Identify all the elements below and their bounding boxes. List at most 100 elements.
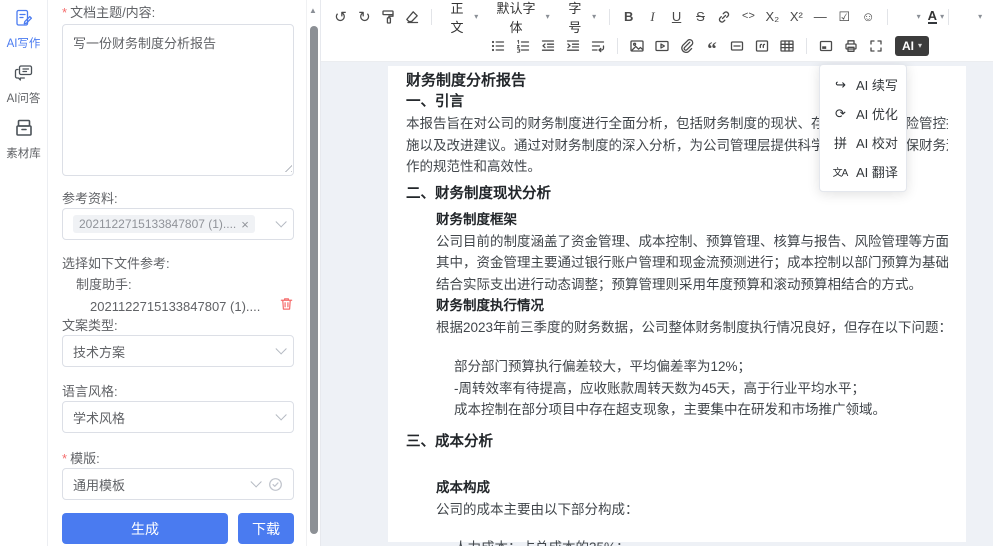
doc-list-item: 成本控制在部分项目中存在超支现象，主要集中在研发和市场推广领域。 — [454, 399, 948, 421]
caret-down-icon: ▾ — [917, 12, 921, 21]
doc-type-select[interactable]: 技术方案 — [62, 335, 294, 367]
sidebar-item-ai-write[interactable]: AI写作 — [7, 8, 41, 51]
align-dropdown[interactable]: ▾ — [956, 6, 985, 28]
style-select[interactable]: 学术风格 — [62, 401, 294, 433]
menu-item-ai-optimize[interactable]: ⟳ AI 优化 — [820, 99, 906, 128]
font-size-dropdown[interactable]: 字号▾ — [557, 6, 603, 28]
style-label: 语言风格: — [62, 383, 294, 401]
print-button[interactable] — [839, 35, 863, 57]
doc-heading: 三、成本分析 — [406, 432, 948, 454]
chevron-down-icon — [275, 343, 286, 354]
font-family-dropdown[interactable]: 默认字体▾ — [485, 6, 555, 28]
redo-button[interactable]: ↻ — [353, 6, 376, 28]
inline-code-button[interactable]: <> — [737, 6, 760, 28]
reference-tag: 2021122715133847807 (1).... × — [73, 215, 255, 233]
checkbox-button[interactable]: ☑ — [833, 6, 856, 28]
doc-list-item: -周转效率有待提高，应收账款周转天数为45天，高于行业平均水平； — [454, 378, 948, 400]
assistant-label: 制度助手: — [76, 276, 294, 294]
sidebar-item-label: 素材库 — [6, 145, 41, 161]
attachment-button[interactable] — [675, 35, 699, 57]
reference-label: 参考资料: — [62, 190, 294, 208]
indent-button[interactable] — [561, 35, 585, 57]
caret-down-icon: ▾ — [592, 12, 596, 21]
font-color-dropdown[interactable]: A ▾ — [925, 6, 947, 28]
emoji-button[interactable]: ☺ — [857, 6, 880, 28]
ai-optimize-icon: ⟳ — [832, 106, 848, 122]
doc-list-item: 部分部门预算执行偏差较大，平均偏差率为12%； — [454, 356, 948, 378]
outdent-button[interactable] — [536, 35, 560, 57]
bold-button[interactable]: B — [617, 6, 640, 28]
sidebar-item-ai-qa[interactable]: AI问答 — [7, 63, 41, 106]
insert-table-button[interactable] — [775, 35, 799, 57]
strikethrough-button[interactable]: S — [689, 6, 712, 28]
highlight-color-dropdown[interactable]: ▾ — [895, 6, 924, 28]
paragraph-style-dropdown[interactable]: 正文▾ — [439, 6, 485, 28]
eraser-button[interactable] — [401, 6, 424, 28]
ordered-list-button[interactable] — [511, 35, 535, 57]
underline-button[interactable]: U — [665, 6, 688, 28]
caret-down-icon: ▾ — [474, 12, 478, 21]
divider-block-button[interactable] — [725, 35, 749, 57]
align-icon — [959, 7, 975, 26]
ai-write-icon — [14, 8, 34, 33]
page-layout-button[interactable] — [814, 35, 838, 57]
reference-select[interactable]: 2021122715133847807 (1).... × — [62, 208, 294, 240]
scroll-up-arrow[interactable]: ▲ — [309, 6, 317, 15]
menu-item-ai-continue[interactable]: ↪ AI 续写 — [820, 70, 906, 99]
insert-video-button[interactable] — [650, 35, 674, 57]
doc-list-item: 人力成本：占总成本的35%； — [454, 537, 948, 546]
doc-subheading: 财务制度执行情况 — [436, 295, 948, 317]
menu-item-ai-proofread[interactable]: 拼 AI 校对 — [820, 128, 906, 157]
generate-button[interactable]: 生成 — [62, 513, 228, 544]
scrollbar-thumb[interactable] — [310, 26, 318, 534]
required-asterisk: * — [62, 451, 67, 466]
chevron-down-icon — [275, 409, 286, 420]
doc-line: 公司目前的制度涵盖了资金管理、成本控制、预算管理、核算与报告、风险管理等方面。 — [436, 231, 948, 253]
horizontal-rule-button[interactable]: — — [809, 6, 832, 28]
delete-file-button[interactable] — [279, 296, 294, 316]
blockquote-button[interactable]: “ — [700, 35, 724, 57]
file-select-label: 选择如下文件参考: — [62, 255, 294, 273]
fullscreen-button[interactable] — [864, 35, 888, 57]
ai-translate-icon: 文A — [832, 164, 848, 179]
ai-tools-button[interactable]: AI▾ — [895, 36, 929, 56]
sidebar-item-label: AI问答 — [7, 90, 41, 106]
italic-button[interactable]: I — [641, 6, 664, 28]
highlight-pen-icon — [898, 7, 914, 26]
material-library-icon — [14, 118, 34, 143]
download-button[interactable]: 下载 — [238, 513, 294, 544]
ai-qa-icon — [14, 63, 34, 88]
code-block-button[interactable] — [750, 35, 774, 57]
topic-input[interactable]: 写一份财务制度分析报告 — [62, 24, 294, 176]
undo-button[interactable]: ↺ — [329, 6, 352, 28]
font-color-icon: A — [928, 9, 937, 24]
doc-type-label: 文案类型: — [62, 317, 294, 335]
doc-line: 其中，资金管理主要通过银行账户管理和现金流预测进行；成本控制以部门预算为基础， — [436, 252, 948, 274]
doc-line: 公司的成本主要由以下部分构成： — [436, 499, 948, 521]
sidebar-item-label: AI写作 — [7, 35, 41, 51]
ai-dropdown-menu: ↪ AI 续写 ⟳ AI 优化 拼 AI 校对 文A AI 翻译 — [819, 64, 907, 192]
line-break-button[interactable] — [586, 35, 610, 57]
topic-label: *文档主题/内容: — [62, 4, 294, 22]
chevron-down-icon — [275, 216, 286, 227]
app-window: AI写作 AI问答 素材库 *文档主题/内容: 写一份财务制度分析报告 参考资料… — [0, 0, 993, 546]
doc-subheading: 成本构成 — [436, 477, 948, 499]
sidebar: AI写作 AI问答 素材库 — [0, 0, 48, 546]
superscript-button[interactable]: X² — [785, 6, 808, 28]
template-label: *模版: — [62, 450, 294, 468]
caret-down-icon: ▾ — [918, 41, 922, 50]
tag-close-icon[interactable]: × — [241, 218, 249, 231]
subscript-button[interactable]: X₂ — [761, 6, 784, 28]
format-painter-button[interactable] — [377, 6, 400, 28]
chevron-down-icon — [250, 476, 261, 487]
sidebar-item-material-library[interactable]: 素材库 — [6, 118, 41, 161]
doc-line: 根据2023年前三季度的财务数据，公司整体财务制度执行情况良好，但存在以下问题： — [436, 317, 948, 339]
template-select[interactable]: 通用模板 — [62, 468, 294, 500]
insert-image-button[interactable] — [625, 35, 649, 57]
ai-continue-icon: ↪ — [832, 77, 848, 93]
menu-item-ai-translate[interactable]: 文A AI 翻译 — [820, 157, 906, 186]
form-panel: *文档主题/内容: 写一份财务制度分析报告 参考资料: 202112271513… — [48, 0, 306, 546]
ai-proofread-icon: 拼 — [832, 133, 848, 152]
bullet-list-button[interactable] — [486, 35, 510, 57]
link-button[interactable] — [713, 6, 736, 28]
